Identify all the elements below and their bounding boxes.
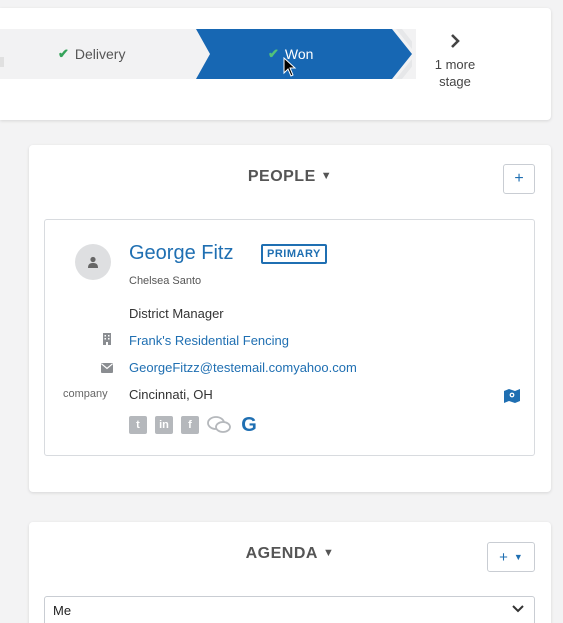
people-panel-header[interactable]: PEOPLE ▼ bbox=[29, 168, 551, 186]
primary-badge: PRIMARY bbox=[261, 244, 327, 264]
mouse-cursor-icon bbox=[283, 57, 297, 77]
contact-owner: Chelsea Santo bbox=[129, 275, 202, 287]
more-stages-button[interactable]: 1 more stage bbox=[416, 34, 494, 90]
stage-delivery[interactable]: ✔ Delivery bbox=[0, 29, 210, 79]
contact-job-title: District Manager bbox=[129, 306, 224, 321]
people-panel: PEOPLE ▼ + George Fitz PRIMARY Chelsea Sa… bbox=[29, 145, 551, 492]
people-title: PEOPLE bbox=[247, 168, 316, 185]
more-stages-unit: stage bbox=[439, 74, 471, 89]
pipeline-stage-bar: ✔ Delivery ✔ Won 1 more stage bbox=[0, 8, 551, 120]
contact-email-link[interactable]: GeorgeFitzz@testemail.comyahoo.com bbox=[129, 360, 357, 375]
more-stages-count: 1 more bbox=[434, 57, 476, 72]
linkedin-icon[interactable]: in bbox=[155, 416, 173, 434]
facebook-icon[interactable]: f bbox=[181, 416, 199, 434]
twitter-icon[interactable]: t bbox=[129, 416, 147, 434]
envelope-icon bbox=[101, 363, 113, 373]
contact-company-link[interactable]: Frank's Residential Fencing bbox=[129, 333, 289, 348]
map-icon[interactable] bbox=[504, 389, 520, 403]
caret-down-icon: ▼ bbox=[513, 552, 523, 562]
agenda-assignee-value: Me bbox=[53, 603, 72, 618]
add-agenda-button[interactable]: + ▼ bbox=[487, 542, 535, 572]
social-links: t in f G bbox=[129, 414, 259, 436]
google-icon[interactable]: G bbox=[239, 414, 259, 436]
chevron-right-icon bbox=[451, 34, 460, 48]
avatar bbox=[75, 244, 111, 280]
location-type-label: company bbox=[63, 388, 108, 400]
chevron-down-icon: ▼ bbox=[322, 547, 335, 559]
chevron-down-icon: ▼ bbox=[320, 170, 333, 182]
contact-card: George Fitz PRIMARY Chelsea Santo Distri… bbox=[44, 219, 535, 456]
add-agenda-label: + bbox=[499, 548, 508, 566]
add-person-button[interactable]: + bbox=[503, 164, 535, 194]
chat-icon[interactable] bbox=[207, 416, 231, 434]
stage-delivery-label: Delivery bbox=[74, 46, 126, 62]
agenda-panel: AGENDA ▼ + ▼ Me bbox=[29, 522, 551, 623]
agenda-title: AGENDA bbox=[245, 545, 318, 562]
agenda-assignee-select[interactable]: Me bbox=[44, 596, 535, 623]
user-icon bbox=[88, 256, 98, 268]
contact-location: Cincinnati, OH bbox=[129, 387, 213, 402]
chevron-down-icon bbox=[512, 605, 524, 613]
check-icon: ✔ bbox=[268, 46, 279, 61]
contact-name-link[interactable]: George Fitz bbox=[129, 242, 233, 265]
agenda-panel-header[interactable]: AGENDA ▼ bbox=[29, 545, 551, 563]
check-icon: ✔ bbox=[58, 46, 69, 61]
building-icon bbox=[103, 333, 111, 345]
